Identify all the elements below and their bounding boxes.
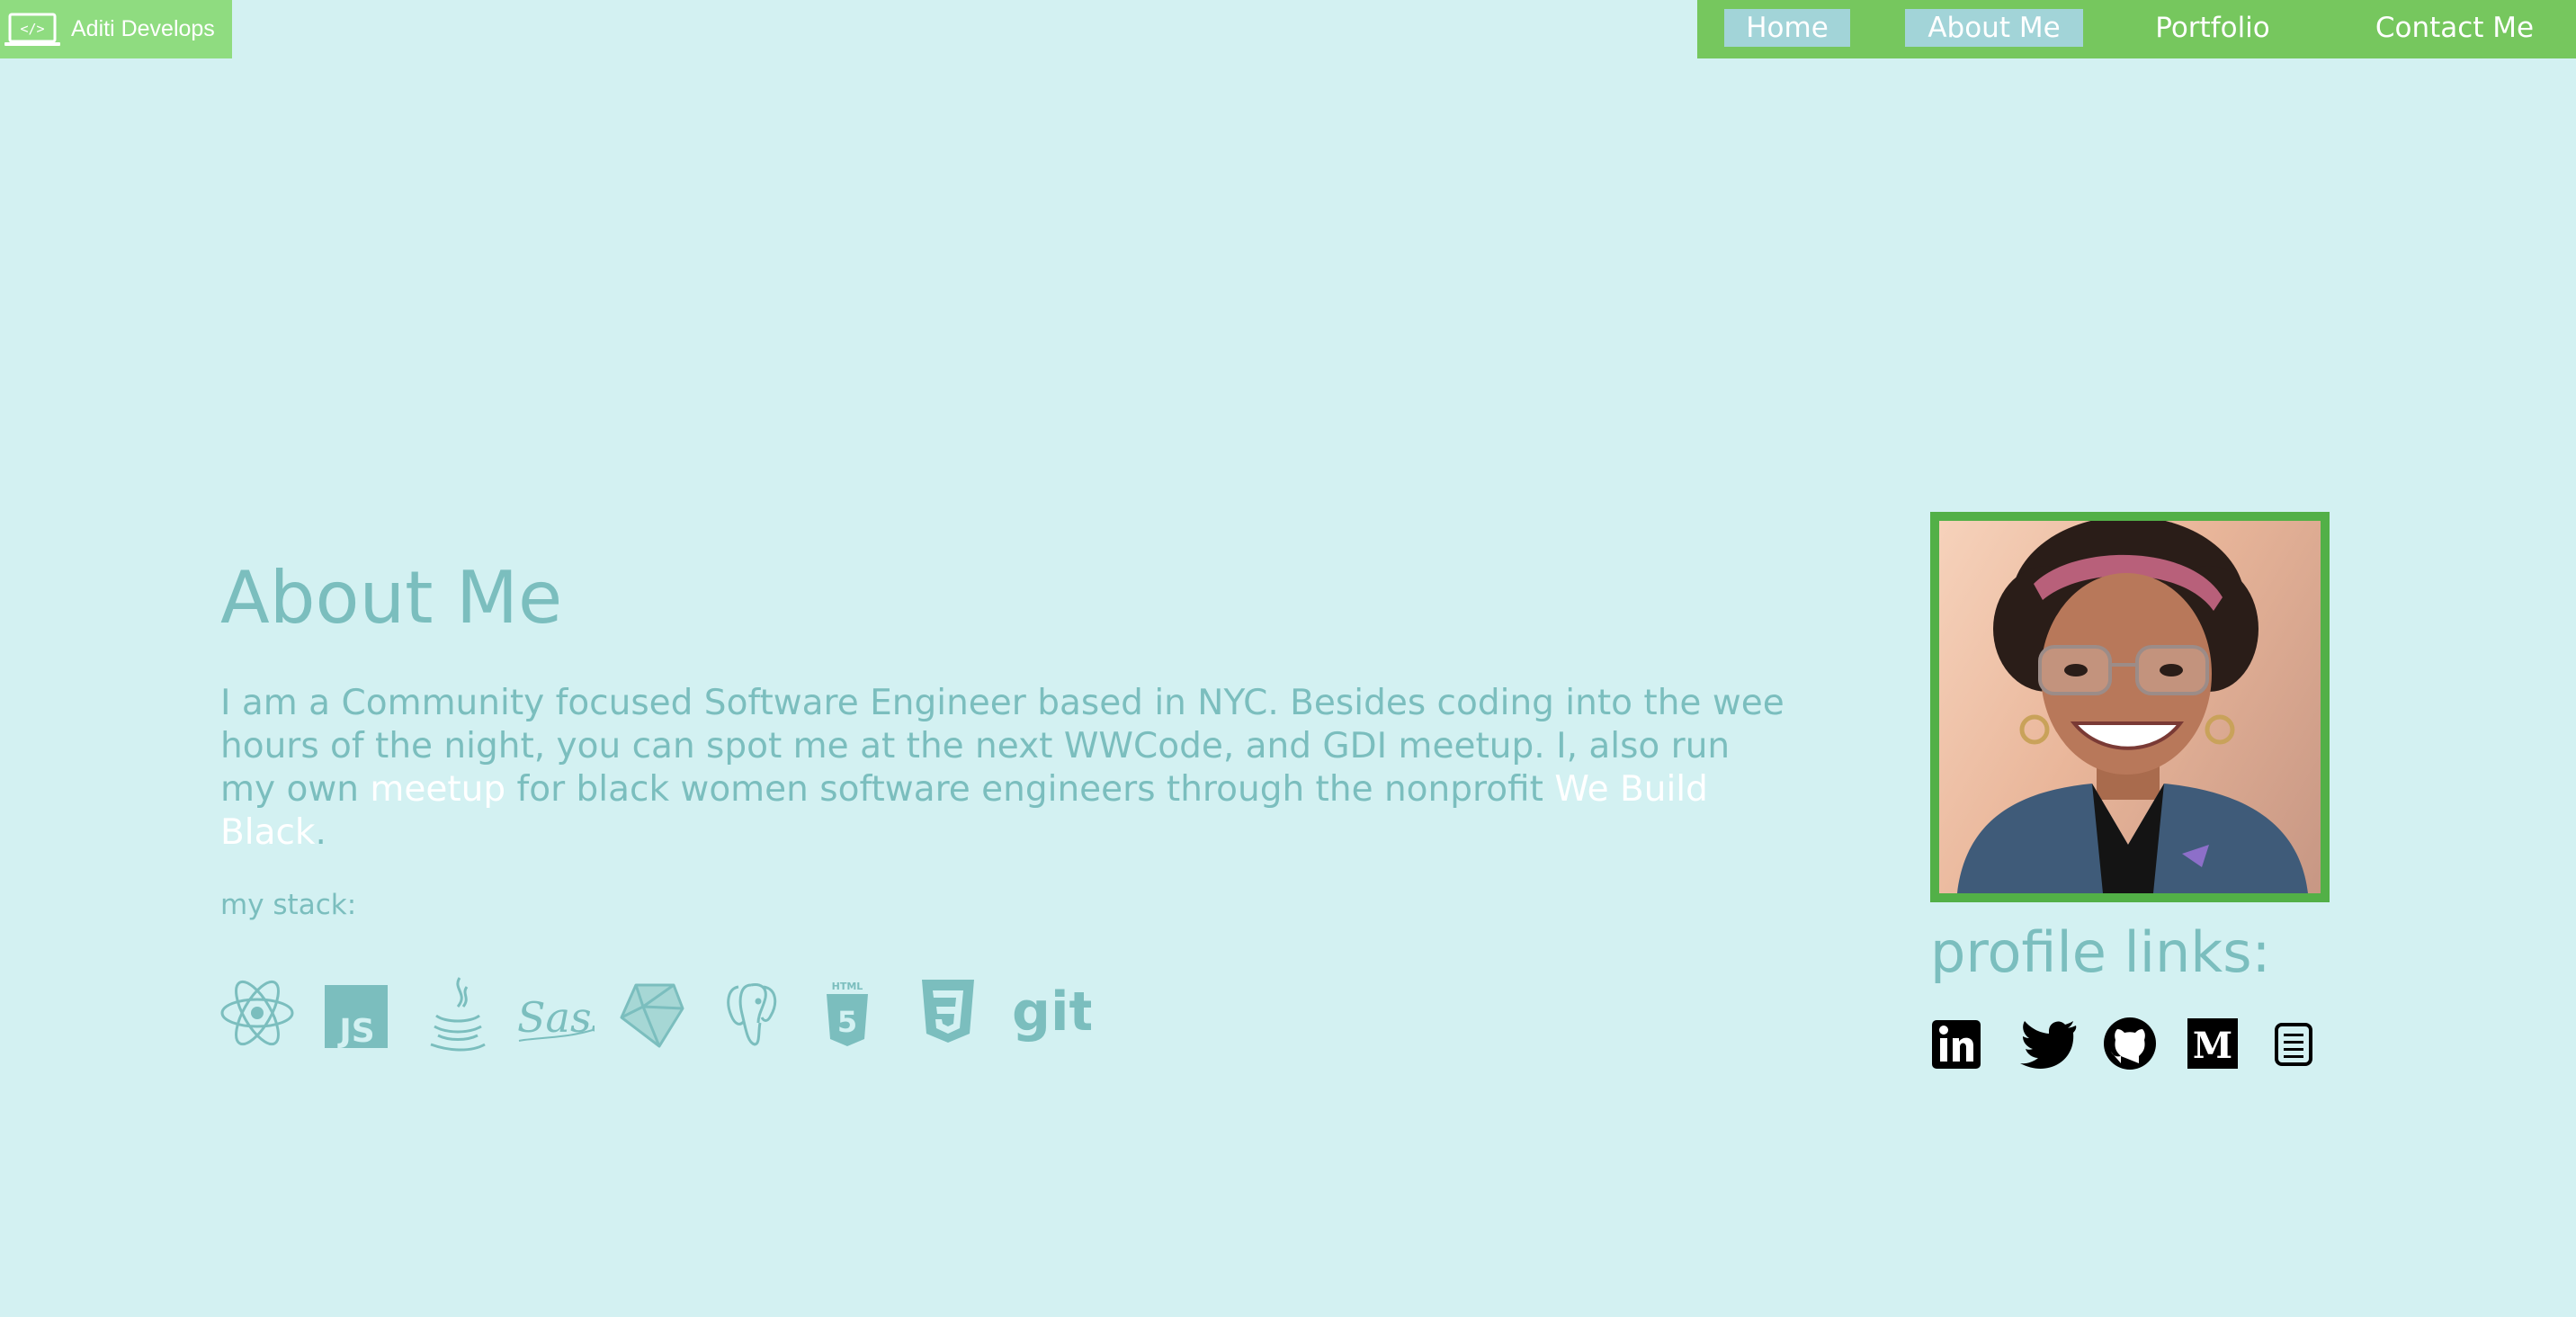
profile-links-title: profile links: [1930,919,2271,985]
bio-text-3: . [315,812,326,853]
nav-contact-me[interactable]: Contact Me [2343,9,2566,47]
github-icon[interactable] [2103,1017,2157,1071]
twitter-icon[interactable] [2020,1020,2078,1069]
bio-paragraph: I am a Community focused Software Engine… [220,682,1790,855]
nav-about-me[interactable]: About Me [1905,9,2083,47]
stack-label: my stack: [220,889,357,921]
js-text: JS [336,1013,374,1048]
html-text: HTML [832,981,863,992]
svg-text:</>: </> [20,21,44,37]
react-icon [220,976,294,1050]
svg-text:5: 5 [837,1005,857,1039]
meetup-link[interactable]: meetup [370,769,505,810]
profile-photo [1930,512,2330,902]
svg-text:Sass: Sass [517,993,595,1042]
page-title: About Me [220,556,563,640]
laptop-code-icon: </> [4,13,60,46]
html5-icon: HTML 5 [825,980,870,1048]
medium-icon[interactable]: M [2187,1018,2238,1069]
ruby-icon [620,981,684,1048]
linkedin-icon[interactable] [1930,1018,1982,1071]
nav-portfolio[interactable]: Portfolio [2135,9,2290,47]
brand-name: Aditi Develops [71,16,215,41]
resume-icon[interactable] [2274,1022,2313,1067]
medium-text: M [2193,1025,2232,1067]
sass-icon: Sass [517,985,595,1048]
brand-logo[interactable]: </> Aditi Develops [0,0,232,58]
bio-text-2: for black women software engineers throu… [505,769,1555,810]
git-text: git [1012,981,1091,1044]
git-icon: git [1012,980,1091,1046]
nav-home[interactable]: Home [1724,9,1850,47]
javascript-icon: JS [325,985,388,1048]
main-nav: Home About Me Portfolio Contact Me [1697,0,2576,58]
postgresql-icon [724,981,780,1050]
css3-icon [920,978,976,1044]
java-icon [425,976,488,1053]
